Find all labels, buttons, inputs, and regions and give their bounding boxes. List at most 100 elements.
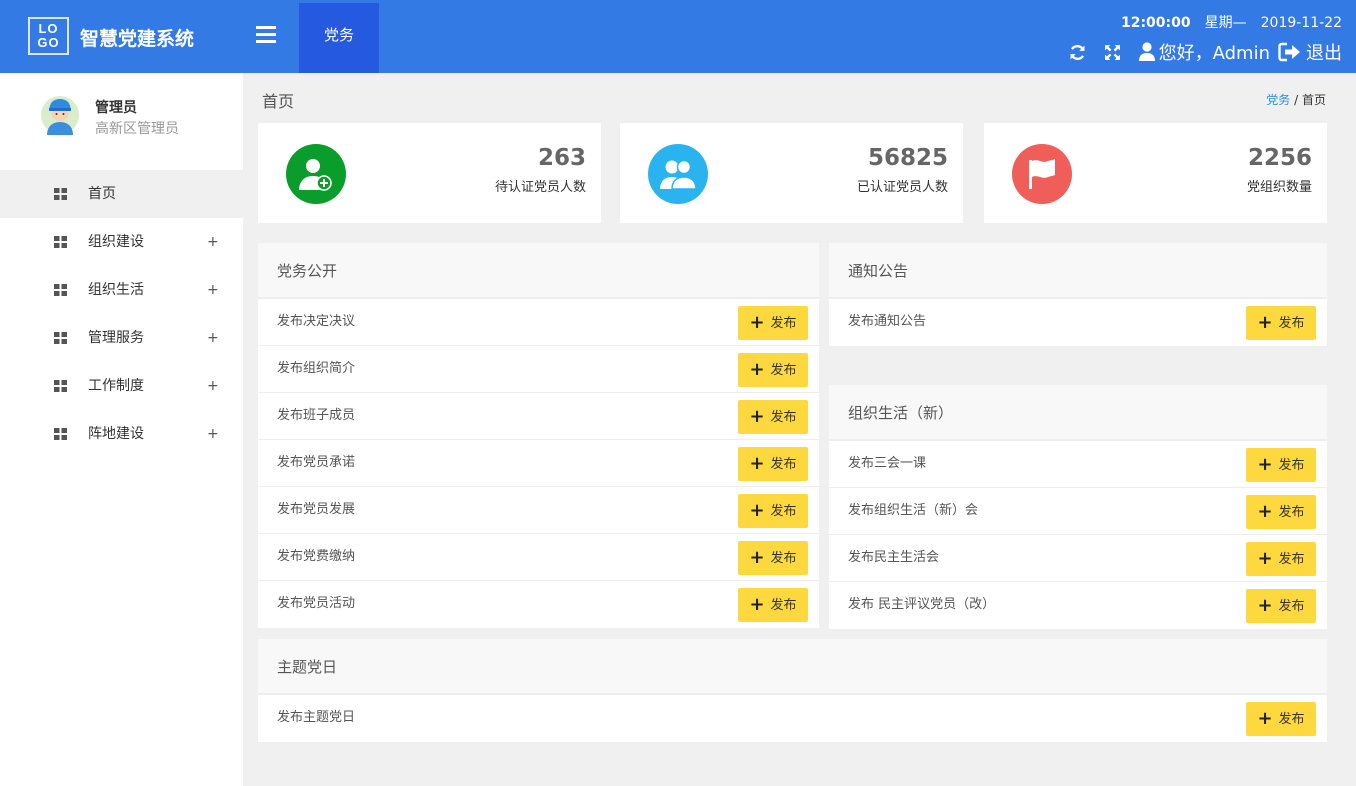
plus-icon: + [1257, 501, 1273, 522]
publish-button-label: 发布 [1278, 458, 1305, 473]
list-item: 发布决定决议 + 发布 [258, 299, 819, 346]
clock-weekday: 星期— [1204, 15, 1247, 31]
plus-icon: + [749, 500, 765, 521]
grid-icon [54, 428, 67, 440]
logo-text-line2: GO [37, 35, 60, 50]
grid-icon [54, 380, 67, 392]
list-item: 发布党费缴纳 + 发布 [258, 534, 819, 581]
sidebar-item-label: 工作制度 [88, 378, 144, 394]
panel-rows: 发布通知公告 + 发布 [829, 299, 1327, 346]
publish-button[interactable]: + 发布 [738, 588, 808, 622]
sidebar-item[interactable]: 工作制度 + [0, 362, 243, 410]
sidebar: 管理员 高新区管理员 首页 组织建设 + 组织生活 + 管理服务 + 工作制度 + 阵地建设 + [0, 73, 243, 786]
sidebar-item[interactable]: 组织建设 + [0, 218, 243, 266]
publish-button-label: 发布 [770, 504, 797, 519]
expand-icon[interactable]: + [207, 362, 219, 410]
publish-button[interactable]: + 发布 [1246, 589, 1316, 623]
clock-time: 12:00:00 [1120, 15, 1191, 31]
plus-icon: + [749, 594, 765, 615]
list-item: 发布 民主评议党员（改） + 发布 [829, 582, 1327, 629]
plus-icon: + [1257, 595, 1273, 616]
expand-icon[interactable]: + [207, 266, 219, 314]
panel-title: 通知公告 [829, 243, 1327, 299]
publish-button[interactable]: + 发布 [1246, 702, 1316, 736]
greeting-text: 您好，Admin [1158, 43, 1270, 64]
breadcrumb-link-party-affairs[interactable]: 党务 [1266, 93, 1290, 107]
list-item: 发布民主生活会 + 发布 [829, 535, 1327, 582]
list-item-label: 发布党员承诺 [277, 455, 356, 470]
grid-icon [54, 188, 67, 200]
expand-icon[interactable]: + [207, 314, 219, 362]
panel-org-life: 组织生活（新） 发布三会一课 + 发布 发布组织生活（新）会 + 发布 发布民主生活会 + 发布… [829, 385, 1327, 629]
grid-icon [54, 332, 67, 344]
user-role: 高新区管理员 [95, 121, 179, 137]
plus-icon: + [749, 453, 765, 474]
list-item-label: 发布组织生活（新）会 [848, 503, 979, 518]
logo: LO GO [28, 17, 69, 55]
panel-rows: 发布三会一课 + 发布 发布组织生活（新）会 + 发布 发布民主生活会 + 发布 发布 民主评议党… [829, 441, 1327, 629]
sidebar-item-label: 阵地建设 [88, 426, 144, 442]
sidebar-item[interactable]: 阵地建设 + [0, 410, 243, 458]
sidebar-item-label: 组织建设 [88, 234, 144, 250]
publish-button[interactable]: + 发布 [1246, 448, 1316, 482]
flag-icon [1012, 144, 1072, 204]
users-icon [648, 144, 708, 204]
list-item: 发布党员活动 + 发布 [258, 581, 819, 628]
publish-button[interactable]: + 发布 [738, 447, 808, 481]
logout-button[interactable]: 退出 [1278, 39, 1342, 65]
clock-date: 2019-11-22 [1260, 15, 1342, 31]
logo-text-line1: LO [38, 21, 59, 36]
user-greeting[interactable]: 您好，Admin [1138, 39, 1270, 65]
publish-button[interactable]: + 发布 [1246, 306, 1316, 340]
panel-party-affairs: 党务公开 发布决定决议 + 发布 发布组织简介 + 发布 发布班子成员 + 发布 发布党员承诺 + 发… [258, 243, 819, 628]
expand-icon[interactable]: + [207, 218, 219, 266]
expand-icon[interactable]: + [207, 410, 219, 458]
publish-button[interactable]: + 发布 [1246, 495, 1316, 529]
page-title: 首页 [262, 92, 295, 111]
list-item: 发布通知公告 + 发布 [829, 299, 1327, 346]
stat-value: 2256 [1247, 145, 1312, 171]
tab-party-affairs[interactable]: 党务 [299, 3, 379, 73]
sidebar-item[interactable]: 管理服务 + [0, 314, 243, 362]
panel-theme-day: 主题党日 发布主题党日 + 发布 [258, 639, 1327, 742]
grid-icon [54, 284, 67, 296]
sidebar-item[interactable]: 首页 [0, 170, 243, 218]
user-profile: 管理员 高新区管理员 [0, 73, 243, 170]
plus-icon: + [749, 312, 765, 333]
refresh-icon[interactable] [1069, 44, 1086, 61]
sidebar-item[interactable]: 组织生活 + [0, 266, 243, 314]
list-item-label: 发布决定决议 [277, 314, 356, 329]
list-item-label: 发布组织简介 [277, 361, 356, 376]
logout-icon [1278, 42, 1300, 62]
publish-button[interactable]: + 发布 [738, 353, 808, 387]
sidebar-item-label: 组织生活 [88, 282, 144, 298]
publish-button-label: 发布 [1278, 712, 1305, 727]
panel-title: 党务公开 [258, 243, 819, 299]
grid-icon [54, 236, 67, 248]
list-item-label: 发布党员活动 [277, 596, 356, 611]
stat-value: 263 [537, 145, 586, 171]
publish-button-label: 发布 [770, 316, 797, 331]
plus-icon: + [1257, 708, 1273, 729]
panel-notice: 通知公告 发布通知公告 + 发布 [829, 243, 1327, 346]
user-name: 管理员 [95, 100, 137, 116]
publish-button[interactable]: + 发布 [738, 541, 808, 575]
list-item-label: 发布民主生活会 [848, 550, 940, 565]
plus-icon: + [1257, 454, 1273, 475]
list-item-label: 发布班子成员 [277, 408, 356, 423]
panel-rows: 发布主题党日 + 发布 [258, 695, 1327, 742]
publish-button-label: 发布 [1278, 552, 1305, 567]
publish-button[interactable]: + 发布 [738, 400, 808, 434]
breadcrumb-separator: / [1294, 93, 1299, 107]
menu-icon[interactable] [256, 26, 276, 44]
publish-button[interactable]: + 发布 [1246, 542, 1316, 576]
list-item-label: 发布通知公告 [848, 314, 927, 329]
publish-button[interactable]: + 发布 [738, 494, 808, 528]
publish-button[interactable]: + 发布 [738, 306, 808, 340]
fullscreen-icon[interactable] [1104, 44, 1121, 61]
list-item: 发布组织简介 + 发布 [258, 346, 819, 393]
logout-label: 退出 [1306, 43, 1342, 64]
panel-title: 主题党日 [258, 639, 1327, 695]
plus-icon: + [749, 406, 765, 427]
list-item: 发布班子成员 + 发布 [258, 393, 819, 440]
